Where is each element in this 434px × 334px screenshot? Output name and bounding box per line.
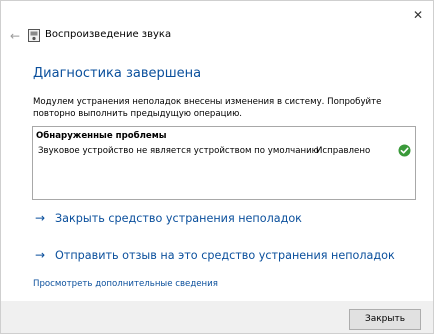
close-troubleshooter-link[interactable]: → Закрыть средство устранения неполадок — [35, 210, 302, 227]
close-troubleshooter-label: Закрыть средство устранения неполадок — [55, 212, 302, 225]
footer-bar: Закрыть — [1, 301, 433, 333]
speaker-app-icon — [28, 29, 40, 42]
problem-row: Звуковое устройство не является устройст… — [33, 144, 415, 158]
window-title: Воспроизведение звука — [45, 29, 172, 40]
arrow-right-icon: → — [35, 248, 46, 262]
window-close-button[interactable]: ✕ — [403, 1, 433, 29]
close-icon: ✕ — [412, 8, 424, 22]
close-button[interactable]: Закрыть — [349, 309, 421, 330]
problem-status: Исправлено — [316, 146, 371, 156]
troubleshooter-window: ✕ ← Воспроизведение звука Диагностика за… — [0, 0, 434, 334]
page-heading: Диагностика завершена — [33, 66, 202, 81]
problems-header: Обнаруженные проблемы — [36, 131, 167, 141]
result-description: Модулем устранения неполадок внесены изм… — [33, 97, 382, 119]
check-icon — [398, 144, 411, 157]
view-more-info-link[interactable]: Просмотреть дополнительные сведения — [33, 278, 218, 290]
arrow-right-icon: → — [35, 211, 46, 225]
back-button[interactable]: ← — [5, 27, 25, 45]
back-arrow-icon: ← — [9, 29, 21, 43]
send-feedback-link[interactable]: → Отправить отзыв на это средство устране… — [35, 247, 395, 264]
problems-panel: Обнаруженные проблемы Звуковое устройств… — [32, 126, 416, 200]
send-feedback-label: Отправить отзыв на это средство устранен… — [55, 249, 395, 262]
problem-description: Звуковое устройство не является устройст… — [38, 146, 319, 156]
